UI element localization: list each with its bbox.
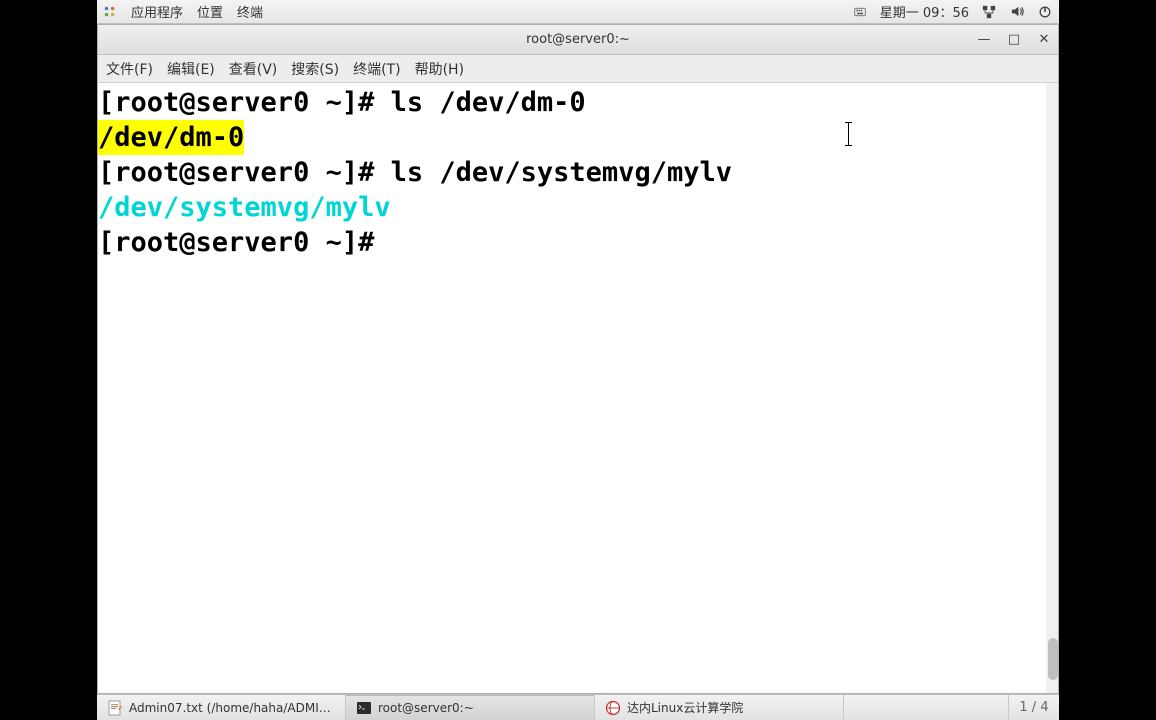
activities-icon[interactable] — [103, 5, 117, 19]
menu-help[interactable]: 帮助(H) — [415, 59, 464, 79]
close-button[interactable]: ✕ — [1034, 30, 1054, 50]
desktop: 应用程序 位置 终端 星期一 09：56 root@server0:~ — — [97, 0, 1059, 720]
text-editor-icon — [107, 700, 123, 716]
topbar-datetime[interactable]: 星期一 09：56 — [880, 2, 969, 21]
menu-view[interactable]: 查看(V) — [229, 59, 278, 79]
taskbar-item-label: Admin07.txt (/home/haha/ADMIN/D… — [129, 701, 335, 715]
browser-icon — [605, 700, 621, 716]
topbar-places[interactable]: 位置 — [197, 2, 223, 21]
taskbar-item-label: 达内Linux云计算学院 — [627, 699, 743, 716]
command: ls /dev/systemvg/mylv — [391, 157, 732, 188]
terminal-line-4: /dev/systemvg/mylv — [98, 190, 1058, 225]
prompt: [root@server0 ~]# — [98, 227, 391, 258]
terminal-icon — [356, 700, 372, 716]
workspace-indicator[interactable]: 1 / 4 — [1009, 695, 1059, 720]
keyboard-icon[interactable] — [852, 4, 868, 20]
terminal-line-5: [root@server0 ~]# — [98, 225, 1058, 260]
output-highlighted: /dev/dm-0 — [98, 120, 244, 155]
terminal-body[interactable]: [root@server0 ~]# ls /dev/dm-0 /dev/dm-0… — [98, 83, 1058, 693]
topbar-left: 应用程序 位置 终端 — [103, 2, 263, 21]
minimize-button[interactable]: — — [974, 30, 994, 50]
menu-search[interactable]: 搜索(S) — [291, 59, 339, 79]
gnome-topbar: 应用程序 位置 终端 星期一 09：56 — [97, 0, 1059, 24]
command: ls /dev/dm-0 — [391, 87, 586, 118]
prompt: [root@server0 ~]# — [98, 87, 391, 118]
terminal-line-1: [root@server0 ~]# ls /dev/dm-0 — [98, 85, 1058, 120]
terminal-line-2: /dev/dm-0 — [98, 120, 1058, 155]
menu-edit[interactable]: 编辑(E) — [167, 59, 215, 79]
window-controls: — □ ✕ — [974, 25, 1054, 54]
taskbar: Admin07.txt (/home/haha/ADMIN/D… root@se… — [97, 694, 1059, 720]
text-cursor-icon — [848, 123, 849, 145]
menu-file[interactable]: 文件(F) — [106, 59, 153, 79]
volume-icon[interactable] — [1009, 4, 1025, 20]
taskbar-item-browser[interactable]: 达内Linux云计算学院 — [595, 695, 844, 720]
power-icon[interactable] — [1037, 4, 1053, 20]
maximize-button[interactable]: □ — [1004, 30, 1024, 50]
scrollbar-thumb[interactable] — [1048, 638, 1058, 680]
window-title: root@server0:~ — [526, 32, 630, 47]
taskbar-item-editor[interactable]: Admin07.txt (/home/haha/ADMIN/D… — [97, 695, 346, 720]
topbar-right: 星期一 09：56 — [852, 2, 1053, 21]
terminal-line-3: [root@server0 ~]# ls /dev/systemvg/mylv — [98, 155, 1058, 190]
menubar: 文件(F) 编辑(E) 查看(V) 搜索(S) 终端(T) 帮助(H) — [98, 55, 1058, 83]
taskbar-item-label: root@server0:~ — [378, 701, 474, 715]
scrollbar-vertical[interactable] — [1046, 83, 1058, 693]
output-symlink: /dev/systemvg/mylv — [98, 192, 391, 223]
network-icon[interactable] — [981, 4, 997, 20]
taskbar-item-terminal[interactable]: root@server0:~ — [346, 695, 595, 720]
taskbar-spacer — [844, 695, 1009, 720]
prompt: [root@server0 ~]# — [98, 157, 391, 188]
terminal-window: root@server0:~ — □ ✕ 文件(F) 编辑(E) 查看(V) 搜… — [97, 24, 1059, 694]
menu-terminal[interactable]: 终端(T) — [353, 59, 400, 79]
topbar-terminal[interactable]: 终端 — [237, 2, 263, 21]
topbar-applications[interactable]: 应用程序 — [131, 2, 183, 21]
window-titlebar[interactable]: root@server0:~ — □ ✕ — [98, 25, 1058, 55]
